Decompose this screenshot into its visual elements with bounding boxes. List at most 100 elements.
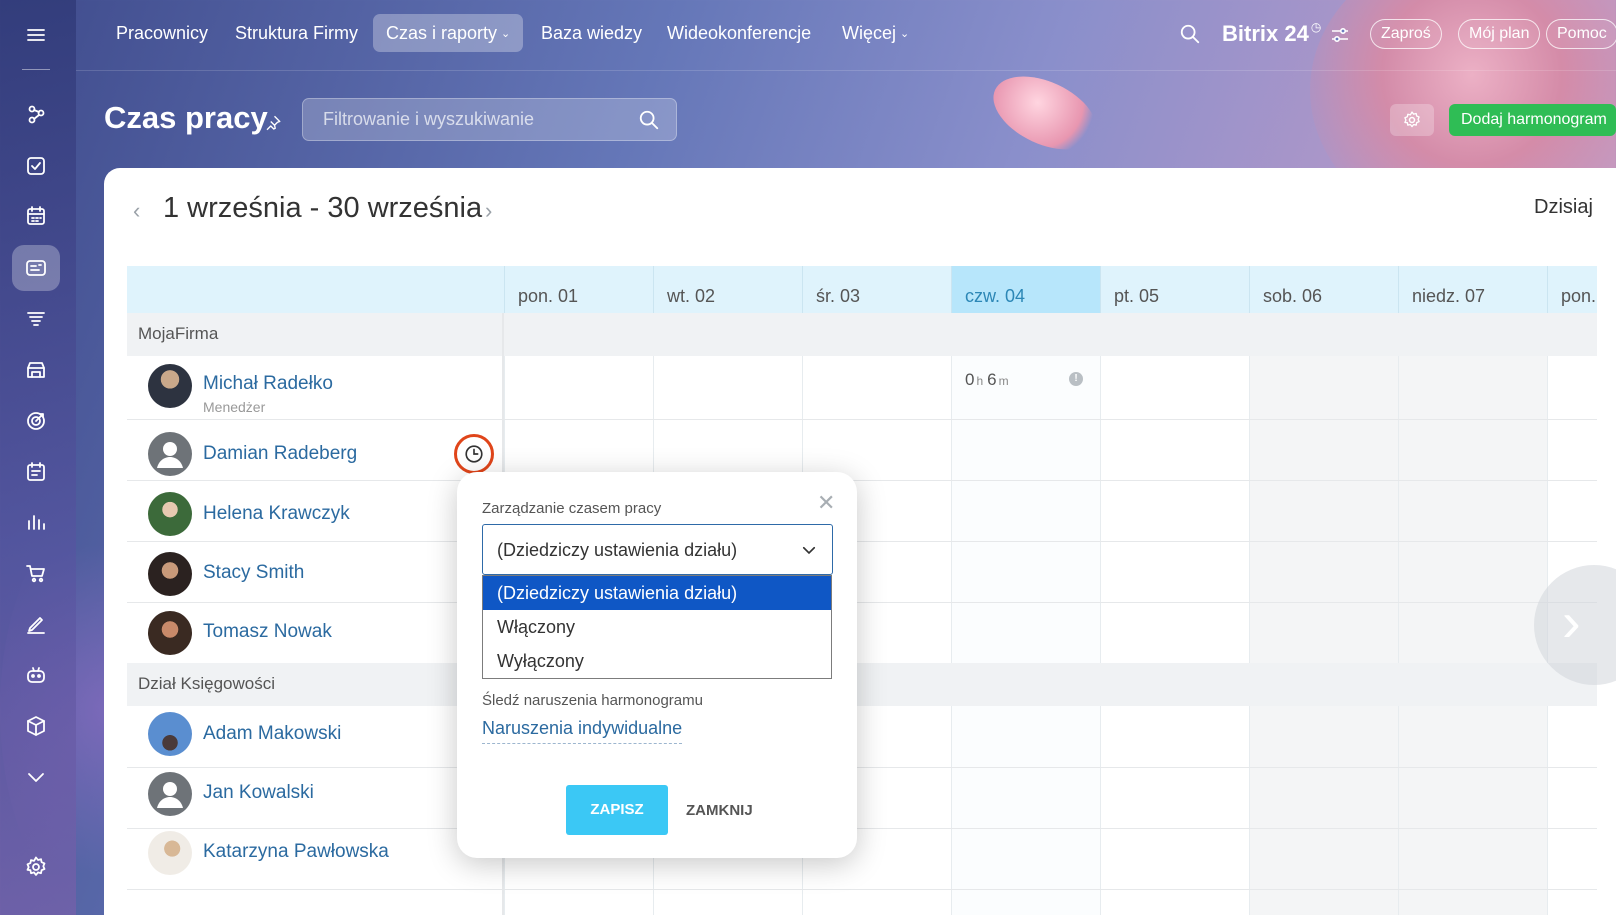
save-button[interactable]: ZAPISZ xyxy=(566,785,668,835)
day-column-today xyxy=(951,313,1100,915)
chevron-down-icon: ⌄ xyxy=(900,28,910,40)
worktime-entry[interactable]: 0h6m xyxy=(965,370,1013,390)
worktime-management-popup: ✕ Zarządzanie czasem pracy (Dziedziczy u… xyxy=(457,472,857,858)
schedule-icon[interactable] xyxy=(12,449,60,495)
nav-item-knowledge-base[interactable]: Baza wiedzy xyxy=(528,14,655,52)
prev-period-arrow[interactable]: ‹ xyxy=(133,198,140,224)
nav-item-videoconferences[interactable]: Wideokonferencje xyxy=(654,14,824,52)
person-name[interactable]: Tomasz Nowak xyxy=(203,621,332,643)
group-row: Dział Księgowości xyxy=(127,663,1597,706)
more-icon[interactable] xyxy=(12,754,60,800)
filter-settings-icon[interactable] xyxy=(1331,27,1349,43)
gear-icon xyxy=(1404,111,1420,128)
avatar[interactable] xyxy=(148,364,192,408)
avatar[interactable] xyxy=(148,492,192,536)
menu-icon[interactable] xyxy=(12,12,60,58)
worktime-hours-unit: h xyxy=(976,374,984,388)
avatar[interactable] xyxy=(148,772,192,816)
calendar-icon[interactable] xyxy=(12,193,60,239)
nav-label: Wideokonferencje xyxy=(667,23,812,43)
background-petal xyxy=(982,61,1108,165)
search-icon[interactable] xyxy=(638,109,660,131)
crm-icon[interactable] xyxy=(12,296,60,342)
goals-icon[interactable] xyxy=(12,398,60,444)
left-sidebar xyxy=(0,0,76,915)
bot-icon[interactable] xyxy=(12,652,60,698)
avatar[interactable] xyxy=(148,432,192,476)
settings-icon[interactable] xyxy=(12,844,60,890)
close-button[interactable]: ZAMKNIJ xyxy=(686,802,753,819)
clock-button[interactable] xyxy=(454,434,494,474)
period-label: 1 września - 30 września xyxy=(163,192,483,224)
page-title: Czas pracy xyxy=(104,100,268,135)
chevron-down-icon: ⌄ xyxy=(501,28,511,40)
select-option[interactable]: Wyłączony xyxy=(483,644,831,678)
worktime-minutes-unit: m xyxy=(998,374,1009,388)
add-schedule-button[interactable]: Dodaj harmonogram xyxy=(1449,104,1616,136)
search-filter[interactable] xyxy=(302,98,677,141)
person-name[interactable]: Katarzyna Pawłowska xyxy=(203,841,389,863)
invite-button[interactable]: Zaproś xyxy=(1370,19,1442,49)
row-divider xyxy=(127,480,1597,481)
sidebar-divider xyxy=(22,69,50,70)
individual-violations-link[interactable]: Naruszenia indywidualne xyxy=(482,718,683,744)
nav-label: Baza wiedzy xyxy=(541,23,643,43)
person-name[interactable]: Damian Radeberg xyxy=(203,443,357,465)
today-button[interactable]: Dzisiaj xyxy=(1534,196,1593,219)
nav-item-company-structure[interactable]: Struktura Firmy xyxy=(222,14,371,52)
pin-icon[interactable] xyxy=(264,114,282,132)
box-icon[interactable] xyxy=(12,703,60,749)
schedule-grid: pon. 01 wt. 02 śr. 03 czw. 04 pt. 05 sob… xyxy=(127,266,1597,915)
avatar[interactable] xyxy=(148,712,192,756)
settings-button[interactable] xyxy=(1390,104,1434,136)
sign-icon[interactable] xyxy=(12,601,60,647)
day-header: pt. 05 xyxy=(1100,266,1249,313)
person-name[interactable]: Jan Kowalski xyxy=(203,782,314,804)
nav-item-employees[interactable]: Pracownicy xyxy=(103,14,221,52)
my-plan-button[interactable]: Mój plan xyxy=(1458,19,1541,49)
row-divider xyxy=(127,889,1597,890)
person-name[interactable]: Adam Makowski xyxy=(203,723,341,745)
day-column-weekend xyxy=(1398,313,1547,915)
feed-icon[interactable] xyxy=(12,92,60,138)
tasks-icon[interactable] xyxy=(12,143,60,189)
info-icon[interactable]: ! xyxy=(1069,372,1083,386)
management-label: Zarządzanie czasem pracy xyxy=(482,500,662,517)
avatar[interactable] xyxy=(148,552,192,596)
brand-logo: Bitrix 24 ◷ xyxy=(1222,20,1321,47)
select-option[interactable]: (Dziedziczy ustawienia działu) xyxy=(483,576,831,610)
nav-item-time-reports[interactable]: Czas i raporty ⌄ xyxy=(373,14,524,52)
row-divider xyxy=(127,602,1597,603)
search-input[interactable] xyxy=(303,99,623,140)
row-divider xyxy=(127,419,1597,420)
user-placeholder-icon xyxy=(157,782,183,808)
analytics-icon[interactable] xyxy=(12,499,60,545)
chevron-down-icon xyxy=(802,546,816,555)
select-option[interactable]: Włączony xyxy=(483,610,831,644)
clock-small-icon: ◷ xyxy=(1310,20,1322,34)
management-select[interactable]: (Dziedziczy ustawienia działu) xyxy=(482,524,833,575)
day-header: śr. 03 xyxy=(802,266,951,313)
brand-text: Bitrix 24 xyxy=(1222,21,1309,46)
invite-label: Zaproś xyxy=(1381,25,1431,42)
person-name[interactable]: Stacy Smith xyxy=(203,562,304,584)
worktime-minutes: 6 xyxy=(987,370,997,389)
person-name[interactable]: Helena Krawczyk xyxy=(203,503,350,525)
person-position: Menedżer xyxy=(203,399,266,415)
next-period-arrow[interactable]: › xyxy=(485,198,492,224)
worktime-hours: 0 xyxy=(965,370,975,389)
day-header: niedz. 07 xyxy=(1398,266,1547,313)
help-button[interactable]: Pomoc xyxy=(1546,19,1616,49)
avatar[interactable] xyxy=(148,831,192,875)
close-icon[interactable]: ✕ xyxy=(817,490,835,516)
timeman-icon[interactable] xyxy=(12,245,60,291)
search-icon[interactable] xyxy=(1179,23,1201,45)
nav-item-more[interactable]: Więcej ⌄ xyxy=(829,14,922,52)
group-name: Dział Księgowości xyxy=(138,674,275,693)
shop-icon[interactable] xyxy=(12,550,60,596)
row-divider xyxy=(127,828,1597,829)
person-name[interactable]: Michał Radełko xyxy=(203,373,333,395)
select-value: (Dziedziczy ustawienia działu) xyxy=(497,540,738,560)
store-icon[interactable] xyxy=(12,347,60,393)
avatar[interactable] xyxy=(148,611,192,655)
